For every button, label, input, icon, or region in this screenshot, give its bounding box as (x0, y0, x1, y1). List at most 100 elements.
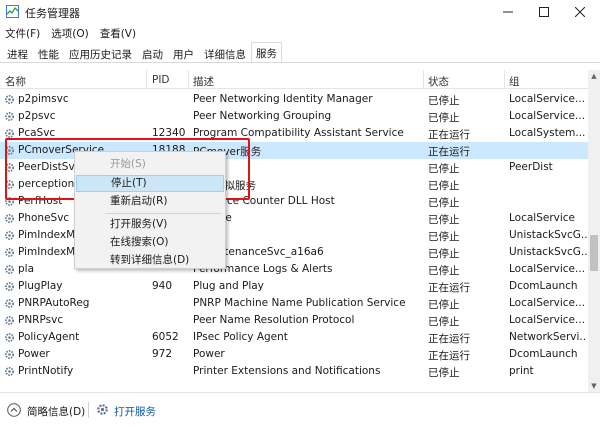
column-header-status[interactable]: 状态 (428, 74, 449, 89)
column-header-name[interactable]: 名称 (5, 74, 26, 89)
table-row[interactable]: PcaSvc 12340 Program Compatibility Assista… (0, 125, 588, 142)
menu-item-start: 开始(S) (110, 158, 146, 170)
service-description: ormance Counter DLL Host (193, 195, 335, 207)
service-gear-icon (5, 163, 14, 172)
service-gear-icon (5, 146, 14, 155)
service-status: 已停止 (428, 163, 460, 175)
column-header-pid[interactable]: PID (152, 74, 170, 86)
tab-startup[interactable]: 启动 (137, 43, 168, 62)
service-description: Plug and Play (193, 280, 264, 292)
vertical-scrollbar[interactable]: ▲ ▼ (588, 70, 600, 392)
service-description: Peer Networking Identity Manager (193, 93, 373, 105)
service-description: Peer Name Resolution Protocol (193, 314, 355, 326)
service-gear-icon (5, 350, 14, 359)
footer-divider (88, 402, 89, 418)
window-title: 任务管理器 (25, 7, 80, 20)
maximize-icon (539, 7, 549, 17)
service-gear-icon (5, 197, 14, 206)
service-name: PolicyAgent (18, 331, 80, 343)
less-details-button[interactable]: 简略信息(D) (27, 404, 85, 419)
service-gear-icon (5, 129, 14, 138)
service-description: Program Compatibility Assistant Service (193, 127, 404, 139)
service-group: NetworkServi... (509, 331, 587, 343)
maximize-button[interactable] (526, 0, 562, 24)
menu-item-go-to-details[interactable]: 转到详细信息(D) (76, 252, 224, 269)
table-row[interactable]: PrintNotify Printer Extensions and Notifi… (0, 363, 588, 380)
service-status: 已停止 (428, 231, 460, 243)
tab-services[interactable]: 服务 (251, 42, 282, 62)
service-status: 正在运行 (428, 146, 470, 158)
scroll-down-icon[interactable]: ▼ (588, 380, 600, 392)
task-manager-icon (6, 5, 19, 18)
service-description: xMaintenanceSvc_a16a6 (193, 246, 324, 258)
menu-view[interactable]: 查看(V) (95, 26, 142, 41)
scroll-up-icon[interactable]: ▲ (588, 70, 600, 82)
table-row[interactable]: PNRPsvc Peer Name Resolution Protocol 已停止 L… (0, 312, 588, 329)
service-status: 已停止 (428, 197, 460, 209)
service-status: 正在运行 (428, 333, 470, 345)
service-group: UnistackSvcG... (509, 229, 587, 241)
table-row[interactable]: PlugPlay 940 Plug and Play 正在运行 DcomLaunch (0, 278, 588, 295)
service-gear-icon (5, 248, 14, 257)
service-description: Cathe (193, 161, 423, 173)
menu-item-restart[interactable]: 重新启动(R) (76, 193, 224, 210)
service-gear-icon (5, 282, 14, 291)
service-group: LocalService... (509, 263, 586, 275)
service-status: 已停止 (428, 112, 460, 124)
service-description: Power (193, 348, 225, 360)
service-name: p2psvc (18, 110, 56, 122)
service-gear-icon (5, 180, 14, 189)
service-description: PCmover服务 (193, 146, 262, 158)
service-description: PNRP Machine Name Publication Service (193, 297, 406, 309)
menu-item-open-services[interactable]: 打开服务(V) (76, 216, 224, 233)
title-bar: 任务管理器 (0, 0, 600, 24)
service-status: 正在运行 (428, 129, 470, 141)
chevron-up-icon[interactable] (7, 403, 21, 417)
service-status: 正在运行 (428, 282, 470, 294)
service-status: 已停止 (428, 316, 460, 328)
menu-file[interactable]: 文件(F) (0, 26, 46, 41)
table-row[interactable]: PNRPAutoReg PNRP Machine Name Publication… (0, 295, 588, 312)
service-pid: 972 (152, 348, 173, 360)
service-pid: 6052 (152, 331, 179, 343)
service-group: LocalService (509, 212, 576, 224)
column-header-description[interactable]: 描述 (193, 74, 214, 89)
tab-performance[interactable]: 性能 (33, 43, 64, 62)
service-group: UnistackSvcG... (509, 246, 587, 258)
column-header-group[interactable]: 组 (509, 74, 520, 89)
table-row[interactable]: PolicyAgent 6052 IPsec Policy Agent 正在运行 Net… (0, 329, 588, 346)
tab-users[interactable]: 用户 (168, 43, 199, 62)
service-name: PlugPlay (18, 280, 63, 292)
table-row[interactable]: p2pimsvc Peer Networking Identity Manager… (0, 91, 588, 108)
open-services-link[interactable]: 打开服务 (114, 404, 156, 419)
menu-separator (105, 213, 221, 214)
service-status: 已停止 (428, 299, 460, 311)
tab-strip: 进程 性能 应用历史记录 启动 用户 详细信息 服务 (0, 42, 600, 63)
minimize-icon (503, 11, 513, 13)
service-gear-icon (5, 265, 14, 274)
service-pid: 940 (152, 280, 173, 292)
service-group: LocalService... (509, 314, 586, 326)
close-icon (575, 7, 585, 17)
menu-item-stop[interactable]: 停止(T) (76, 175, 224, 192)
service-group: LocalService... (509, 93, 586, 105)
services-gear-icon[interactable] (96, 403, 109, 416)
service-name: p2pimsvc (18, 93, 69, 105)
menu-item-search-online[interactable]: 在线搜索(O) (76, 234, 224, 251)
service-pid: 12340 (152, 127, 186, 139)
service-gear-icon (5, 367, 14, 376)
scrollbar-thumb[interactable] (590, 235, 598, 271)
close-button[interactable] (562, 0, 598, 24)
service-name: PNRPsvc (18, 314, 64, 326)
table-row[interactable]: p2psvc Peer Networking Grouping 已停止 LocalSe… (0, 108, 588, 125)
menu-options[interactable]: 选项(O) (46, 26, 94, 41)
minimize-button[interactable] (490, 0, 526, 24)
tab-processes[interactable]: 进程 (2, 43, 33, 62)
tab-details[interactable]: 详细信息 (199, 43, 251, 62)
tab-app-history[interactable]: 应用历史记录 (64, 43, 137, 62)
service-name: PcaSvc (18, 127, 56, 139)
service-description: 感知模拟服务 (193, 178, 423, 193)
service-gear-icon (5, 299, 14, 308)
table-row[interactable]: Power 972 Power 正在运行 DcomLaunch (0, 346, 588, 363)
service-status: 已停止 (428, 367, 460, 379)
